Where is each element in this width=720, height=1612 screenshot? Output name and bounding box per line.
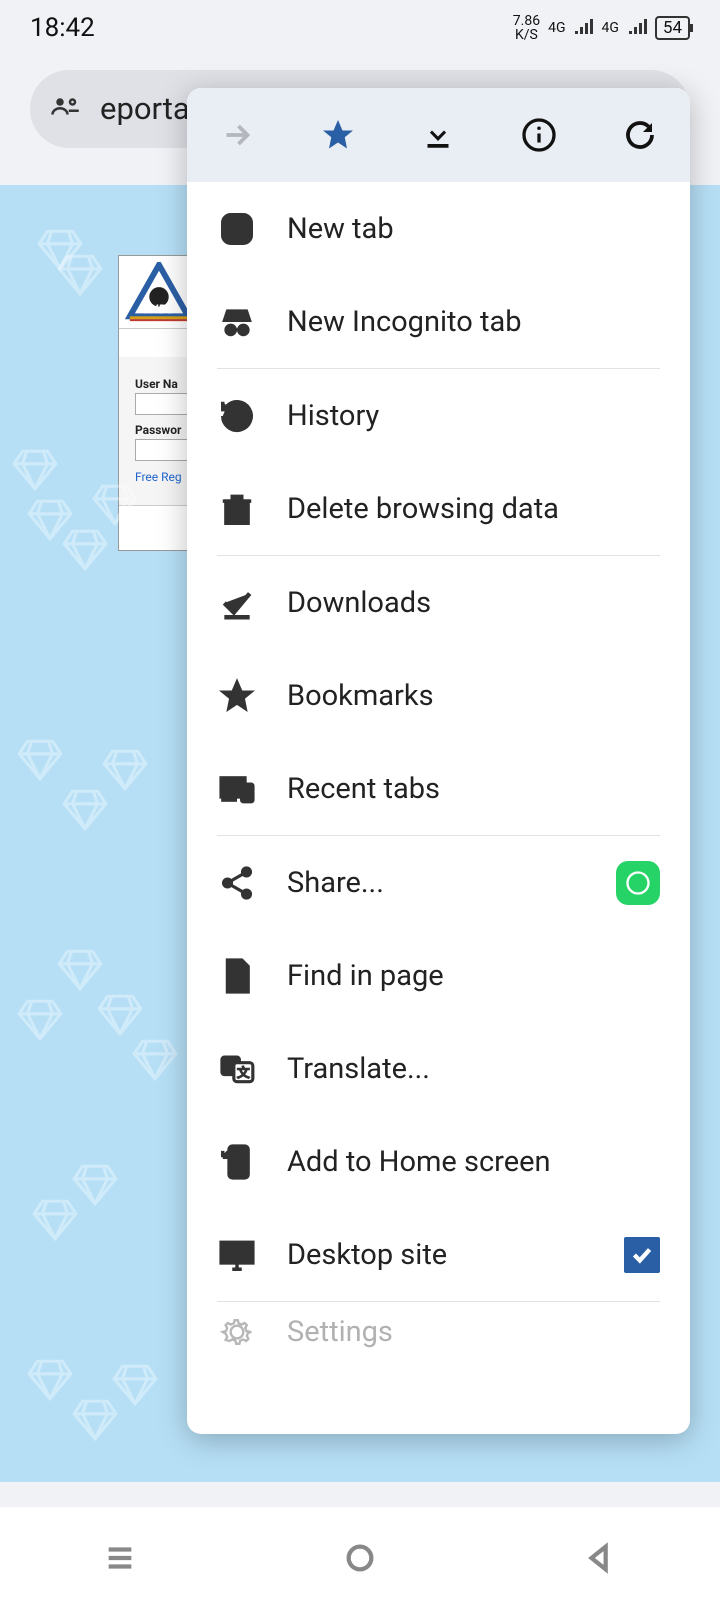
sim2-label: 4G [601, 21, 618, 35]
info-button[interactable] [509, 105, 569, 165]
nav-back[interactable] [583, 1541, 617, 1579]
svg-text:UNBS: UNBS [142, 302, 175, 317]
menu-new-tab[interactable]: New tab [187, 182, 690, 275]
menu-add-home[interactable]: Add to Home screen [187, 1115, 690, 1208]
nav-bar [0, 1507, 720, 1612]
menu-share[interactable]: Share... B [187, 836, 690, 929]
svg-text:文: 文 [237, 1065, 250, 1080]
svg-text:G: G [226, 1059, 235, 1074]
menu-history[interactable]: History [187, 369, 690, 462]
sim1-label: 4G [548, 21, 565, 35]
desktop-checkbox[interactable] [624, 1237, 660, 1273]
menu-find[interactable]: Find in page [187, 929, 690, 1022]
menu-label: Find in page [287, 959, 660, 993]
battery-icon: 54 [655, 16, 690, 40]
history-icon [217, 396, 257, 436]
browser-menu: New tab New Incognito tab History Delete… [187, 88, 690, 1434]
menu-label: New Incognito tab [287, 305, 660, 339]
menu-action-row [187, 88, 690, 182]
nav-recent[interactable] [103, 1541, 137, 1579]
url-text: eporta [100, 90, 190, 127]
menu-incognito[interactable]: New Incognito tab [187, 275, 690, 368]
menu-label: Settings [287, 1315, 660, 1349]
menu-desktop-site[interactable]: Desktop site [187, 1208, 690, 1301]
menu-label: Bookmarks [287, 679, 660, 713]
forward-button[interactable] [207, 105, 267, 165]
menu-bookmarks[interactable]: Bookmarks [187, 649, 690, 742]
desktop-icon [217, 1235, 257, 1275]
plus-square-icon [217, 209, 257, 249]
free-registration-link[interactable]: Free Reg [135, 470, 182, 484]
download-done-icon [217, 583, 257, 623]
menu-label: Desktop site [287, 1238, 594, 1272]
unbs-logo: UNBS [125, 262, 193, 322]
signal-icon-1 [573, 13, 593, 43]
menu-label: Downloads [287, 586, 660, 620]
menu-label: Translate... [287, 1052, 660, 1086]
menu-delete-data[interactable]: Delete browsing data [187, 462, 690, 555]
account-switch-icon [50, 92, 80, 126]
menu-label: Share... [287, 866, 586, 900]
menu-label: Recent tabs [287, 772, 660, 806]
menu-translate[interactable]: G文 Translate... [187, 1022, 690, 1115]
gear-icon [217, 1312, 257, 1352]
bookmark-button[interactable] [308, 105, 368, 165]
nav-home[interactable] [343, 1541, 377, 1579]
add-to-home-icon [217, 1142, 257, 1182]
menu-label: History [287, 399, 660, 433]
reload-button[interactable] [610, 105, 670, 165]
svg-text:B: B [634, 876, 642, 891]
menu-downloads[interactable]: Downloads [187, 556, 690, 649]
trash-icon [217, 489, 257, 529]
net-speed: 7.86 K/S [513, 14, 540, 42]
download-button[interactable] [408, 105, 468, 165]
menu-settings[interactable]: Settings [187, 1302, 690, 1362]
star-icon [217, 676, 257, 716]
status-time: 18:42 [30, 13, 95, 43]
find-in-page-icon [217, 956, 257, 996]
menu-label: New tab [287, 212, 660, 246]
signal-icon-2 [627, 13, 647, 43]
menu-recent-tabs[interactable]: Recent tabs [187, 742, 690, 835]
whatsapp-business-icon: B [616, 861, 660, 905]
menu-label: Delete browsing data [287, 492, 660, 526]
incognito-icon [217, 302, 257, 342]
status-bar: 18:42 7.86 K/S 4G 4G 54 [0, 0, 720, 56]
translate-icon: G文 [217, 1049, 257, 1089]
status-right: 7.86 K/S 4G 4G 54 [513, 13, 690, 43]
devices-icon [217, 769, 257, 809]
menu-label: Add to Home screen [287, 1145, 660, 1179]
share-icon [217, 863, 257, 903]
